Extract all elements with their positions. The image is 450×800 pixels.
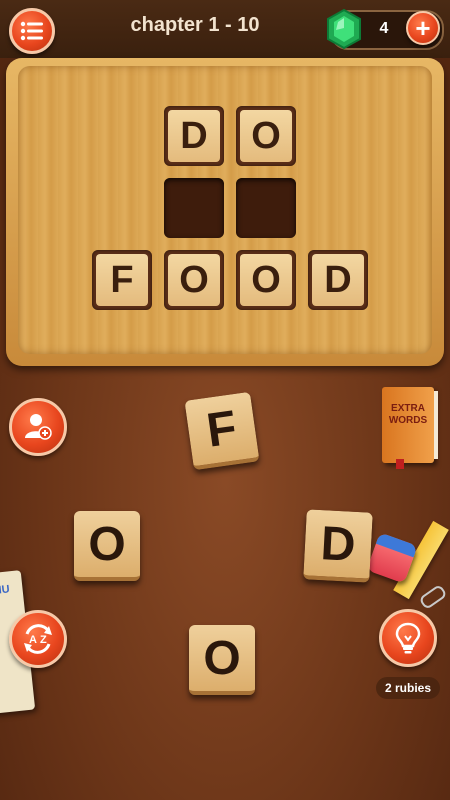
letter-tile[interactable]: O — [74, 511, 140, 581]
emerald-gem-icon — [327, 8, 361, 50]
eraser-band — [375, 532, 418, 558]
board-cell-filled: O — [164, 250, 224, 310]
menu-button[interactable] — [9, 8, 55, 54]
add-user-icon — [25, 414, 52, 440]
board-letter: F — [96, 254, 148, 306]
letter-tile[interactable]: D — [303, 509, 373, 583]
board-letter: O — [168, 254, 220, 306]
board-cell-empty — [236, 178, 296, 238]
svg-text:A: A — [29, 634, 37, 646]
board-letter: D — [168, 110, 220, 162]
board-cell-filled: O — [236, 250, 296, 310]
board-cell-filled: D — [308, 250, 368, 310]
board-letter: D — [312, 254, 364, 306]
board-letter: O — [240, 110, 292, 162]
svg-text:Z: Z — [40, 634, 47, 646]
bookmark-ribbon — [396, 459, 404, 469]
lightbulb-icon — [395, 622, 421, 654]
board-surface: D O F O O D — [18, 66, 432, 354]
board-cell-filled: O — [236, 106, 296, 166]
shuffle-button[interactable]: A Z — [9, 610, 67, 668]
top-bar: chapter 1 - 10 4 + — [0, 0, 450, 58]
gem-count: 4 — [379, 20, 389, 37]
buy-gems-button[interactable]: + — [406, 11, 440, 45]
paperclip-decoration — [418, 583, 448, 611]
board-cell-filled: D — [164, 106, 224, 166]
board-cell-filled: F — [92, 250, 152, 310]
extra-words-label: EXTRA WORDS — [386, 403, 430, 427]
hint-cost-label: 2 rubies — [376, 677, 440, 699]
book-pages — [434, 391, 438, 459]
chapter-title: chapter 1 - 10 — [130, 14, 260, 36]
letter-tile[interactable]: F — [184, 391, 260, 471]
notepad-text: MU — [0, 583, 11, 598]
hint-button[interactable] — [379, 609, 437, 667]
letter-tile[interactable]: O — [189, 625, 255, 695]
extra-words-line1: EXTRA — [391, 403, 425, 414]
menu-list-icon — [20, 21, 43, 41]
board-cell-empty — [164, 178, 224, 238]
add-friend-button[interactable] — [9, 398, 67, 456]
extra-words-button[interactable]: EXTRA WORDS — [382, 387, 438, 469]
board-letter: O — [240, 254, 292, 306]
extra-words-line2: WORDS — [388, 415, 428, 426]
a-z-shuffle-icon: A Z — [24, 624, 52, 654]
crossword-board: D O F O O D — [6, 58, 444, 366]
